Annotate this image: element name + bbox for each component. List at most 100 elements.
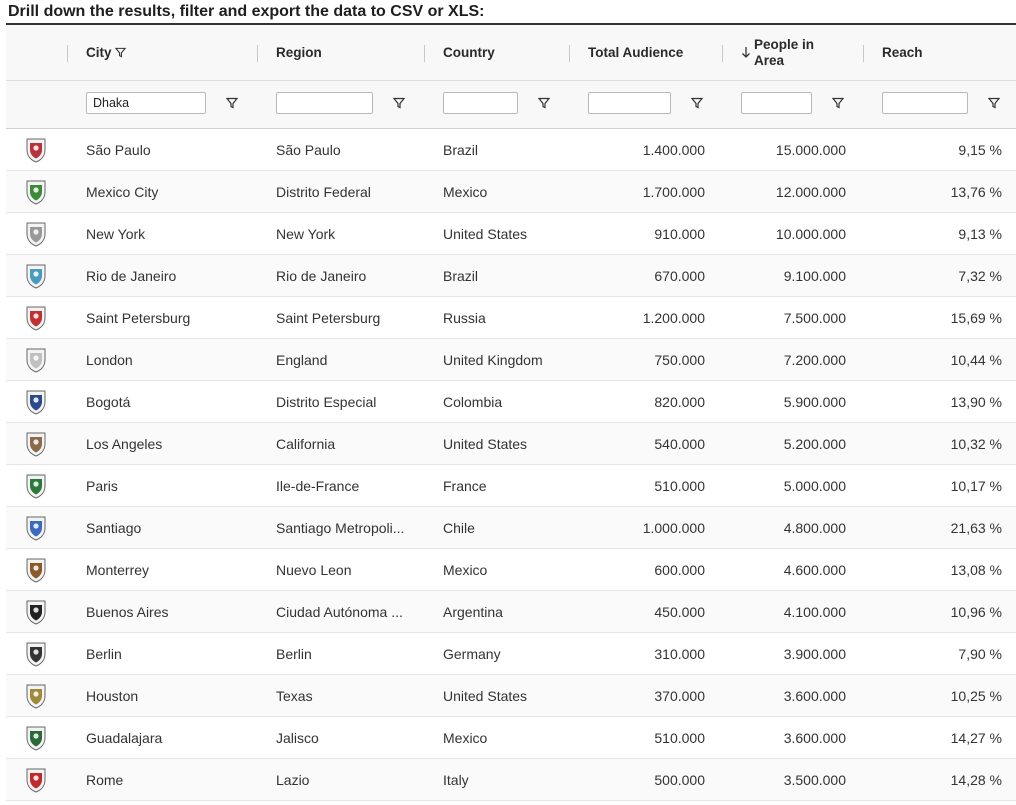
table-row[interactable]: Houston Texas United States 370.000 3.60…	[6, 675, 1016, 717]
sort-descending-icon	[741, 46, 751, 60]
column-header-city[interactable]: City	[86, 25, 126, 80]
filter-row	[6, 81, 1016, 129]
city-cell: New York	[86, 225, 146, 242]
people-in-area-cell: 12.000.000	[775, 183, 846, 200]
table-row[interactable]: Guadalajara Jalisco Mexico 510.000 3.600…	[6, 717, 1016, 759]
total-audience-cell: 450.000	[654, 603, 705, 620]
filter-active-icon	[114, 47, 126, 58]
people-in-area-cell: 3.900.000	[783, 645, 846, 662]
people-in-area-cell: 3.600.000	[783, 729, 846, 746]
region-cell: England	[276, 351, 328, 368]
table-row[interactable]: Monterrey Nuevo Leon Mexico 600.000 4.60…	[6, 549, 1016, 591]
country-cell: Brazil	[443, 267, 479, 284]
region-cell: Jalisco	[276, 729, 319, 746]
table-row[interactable]: Rome Lazio Italy 500.000 3.500.000 14,28…	[6, 759, 1016, 801]
total-audience-cell: 500.000	[654, 771, 705, 788]
people-label-line2: Area	[754, 52, 785, 68]
country-cell: Chile	[443, 519, 475, 536]
people-in-area-cell: 9.100.000	[783, 267, 846, 284]
reach-cell: 7,32 %	[958, 267, 1002, 284]
people-in-area-cell: 4.600.000	[783, 561, 846, 578]
houston-seal-icon	[22, 682, 50, 710]
total-audience-filter-input[interactable]	[588, 92, 671, 114]
city-filter-icon[interactable]	[225, 96, 239, 110]
rio-coat-of-arms-icon	[22, 262, 50, 290]
guadalajara-coat-of-arms-icon	[22, 724, 50, 752]
column-header-people-in-area[interactable]: People in Area	[741, 25, 814, 80]
city-filter-input[interactable]	[86, 92, 206, 114]
reach-filter-input[interactable]	[882, 92, 968, 114]
column-separator[interactable]	[67, 45, 68, 62]
region-cell: Rio de Janeiro	[276, 267, 367, 284]
buenos-aires-coat-of-arms-icon	[22, 598, 50, 626]
city-cell: Santiago	[86, 519, 142, 536]
table-row[interactable]: New York New York United States 910.000 …	[6, 213, 1016, 255]
city-cell: Saint Petersburg	[86, 309, 191, 326]
city-cell: Guadalajara	[86, 729, 163, 746]
city-cell: Rio de Janeiro	[86, 267, 177, 284]
reach-filter-icon[interactable]	[987, 96, 1001, 110]
people-in-area-cell: 15.000.000	[775, 141, 846, 158]
column-header-reach[interactable]: Reach	[882, 25, 923, 80]
people-in-area-cell: 4.800.000	[783, 519, 846, 536]
reach-cell: 9,13 %	[958, 225, 1002, 242]
region-filter-icon[interactable]	[392, 96, 406, 110]
santiago-coat-of-arms-icon	[22, 514, 50, 542]
country-cell: Brazil	[443, 141, 479, 158]
region-cell: Santiago Metropoli...	[276, 519, 405, 536]
people-in-area-cell: 7.500.000	[783, 309, 846, 326]
people-filter-icon[interactable]	[831, 96, 845, 110]
paris-coat-of-arms-icon	[22, 472, 50, 500]
column-separator[interactable]	[257, 45, 258, 62]
total-audience-cell: 1.700.000	[642, 183, 705, 200]
column-separator[interactable]	[863, 45, 864, 62]
people-filter-input[interactable]	[741, 92, 812, 114]
reach-cell: 10,44 %	[950, 351, 1002, 368]
table-row[interactable]: London England United Kingdom 750.000 7.…	[6, 339, 1016, 381]
saint-petersburg-coat-of-arms-icon	[22, 304, 50, 332]
london-coat-of-arms-icon	[22, 346, 50, 374]
table-row[interactable]: Bogotá Distrito Especial Colombia 820.00…	[6, 381, 1016, 423]
table-row[interactable]: Buenos Aires Ciudad Autónoma ... Argenti…	[6, 591, 1016, 633]
bogota-coat-of-arms-icon	[22, 388, 50, 416]
reach-cell: 10,17 %	[950, 477, 1002, 494]
table-row[interactable]: São Paulo São Paulo Brazil 1.400.000 15.…	[6, 129, 1016, 171]
sao-paulo-coat-of-arms-icon	[22, 136, 50, 164]
column-header-total-audience[interactable]: Total Audience	[588, 25, 683, 80]
reach-cell: 14,27 %	[950, 729, 1002, 746]
country-cell: Italy	[443, 771, 469, 788]
table-row[interactable]: Paris Ile-de-France France 510.000 5.000…	[6, 465, 1016, 507]
total-audience-cell: 1.400.000	[642, 141, 705, 158]
table-row[interactable]: Mexico City Distrito Federal Mexico 1.70…	[6, 171, 1016, 213]
region-filter-input[interactable]	[276, 92, 373, 114]
country-cell: Russia	[443, 309, 486, 326]
reach-cell: 10,25 %	[950, 687, 1002, 704]
region-cell: California	[276, 435, 336, 452]
table-row[interactable]: Rio de Janeiro Rio de Janeiro Brazil 670…	[6, 255, 1016, 297]
column-separator[interactable]	[569, 45, 570, 62]
berlin-bear-icon	[22, 640, 50, 668]
region-cell: Distrito Especial	[276, 393, 377, 410]
country-filter-input[interactable]	[443, 92, 518, 114]
country-filter-icon[interactable]	[537, 96, 551, 110]
country-cell: Argentina	[443, 603, 503, 620]
people-in-area-cell: 4.100.000	[783, 603, 846, 620]
table-row[interactable]: Berlin Berlin Germany 310.000 3.900.000 …	[6, 633, 1016, 675]
column-header-region[interactable]: Region	[276, 25, 322, 80]
region-cell: New York	[276, 225, 336, 242]
reach-cell: 7,90 %	[958, 645, 1002, 662]
column-separator[interactable]	[424, 45, 425, 62]
region-cell: Texas	[276, 687, 313, 704]
table-row[interactable]: Los Angeles California United States 540…	[6, 423, 1016, 465]
table-row[interactable]: Saint Petersburg Saint Petersburg Russia…	[6, 297, 1016, 339]
column-separator[interactable]	[722, 45, 723, 62]
reach-cell: 15,69 %	[950, 309, 1002, 326]
table-row[interactable]: Santiago Santiago Metropoli... Chile 1.0…	[6, 507, 1016, 549]
column-header-country[interactable]: Country	[443, 25, 495, 80]
people-in-area-cell: 5.900.000	[783, 393, 846, 410]
people-label-line1: People in	[754, 36, 815, 52]
region-cell: Berlin	[276, 645, 312, 662]
total-audience-filter-icon[interactable]	[690, 96, 704, 110]
people-in-area-cell: 7.200.000	[783, 351, 846, 368]
los-angeles-seal-icon	[22, 430, 50, 458]
